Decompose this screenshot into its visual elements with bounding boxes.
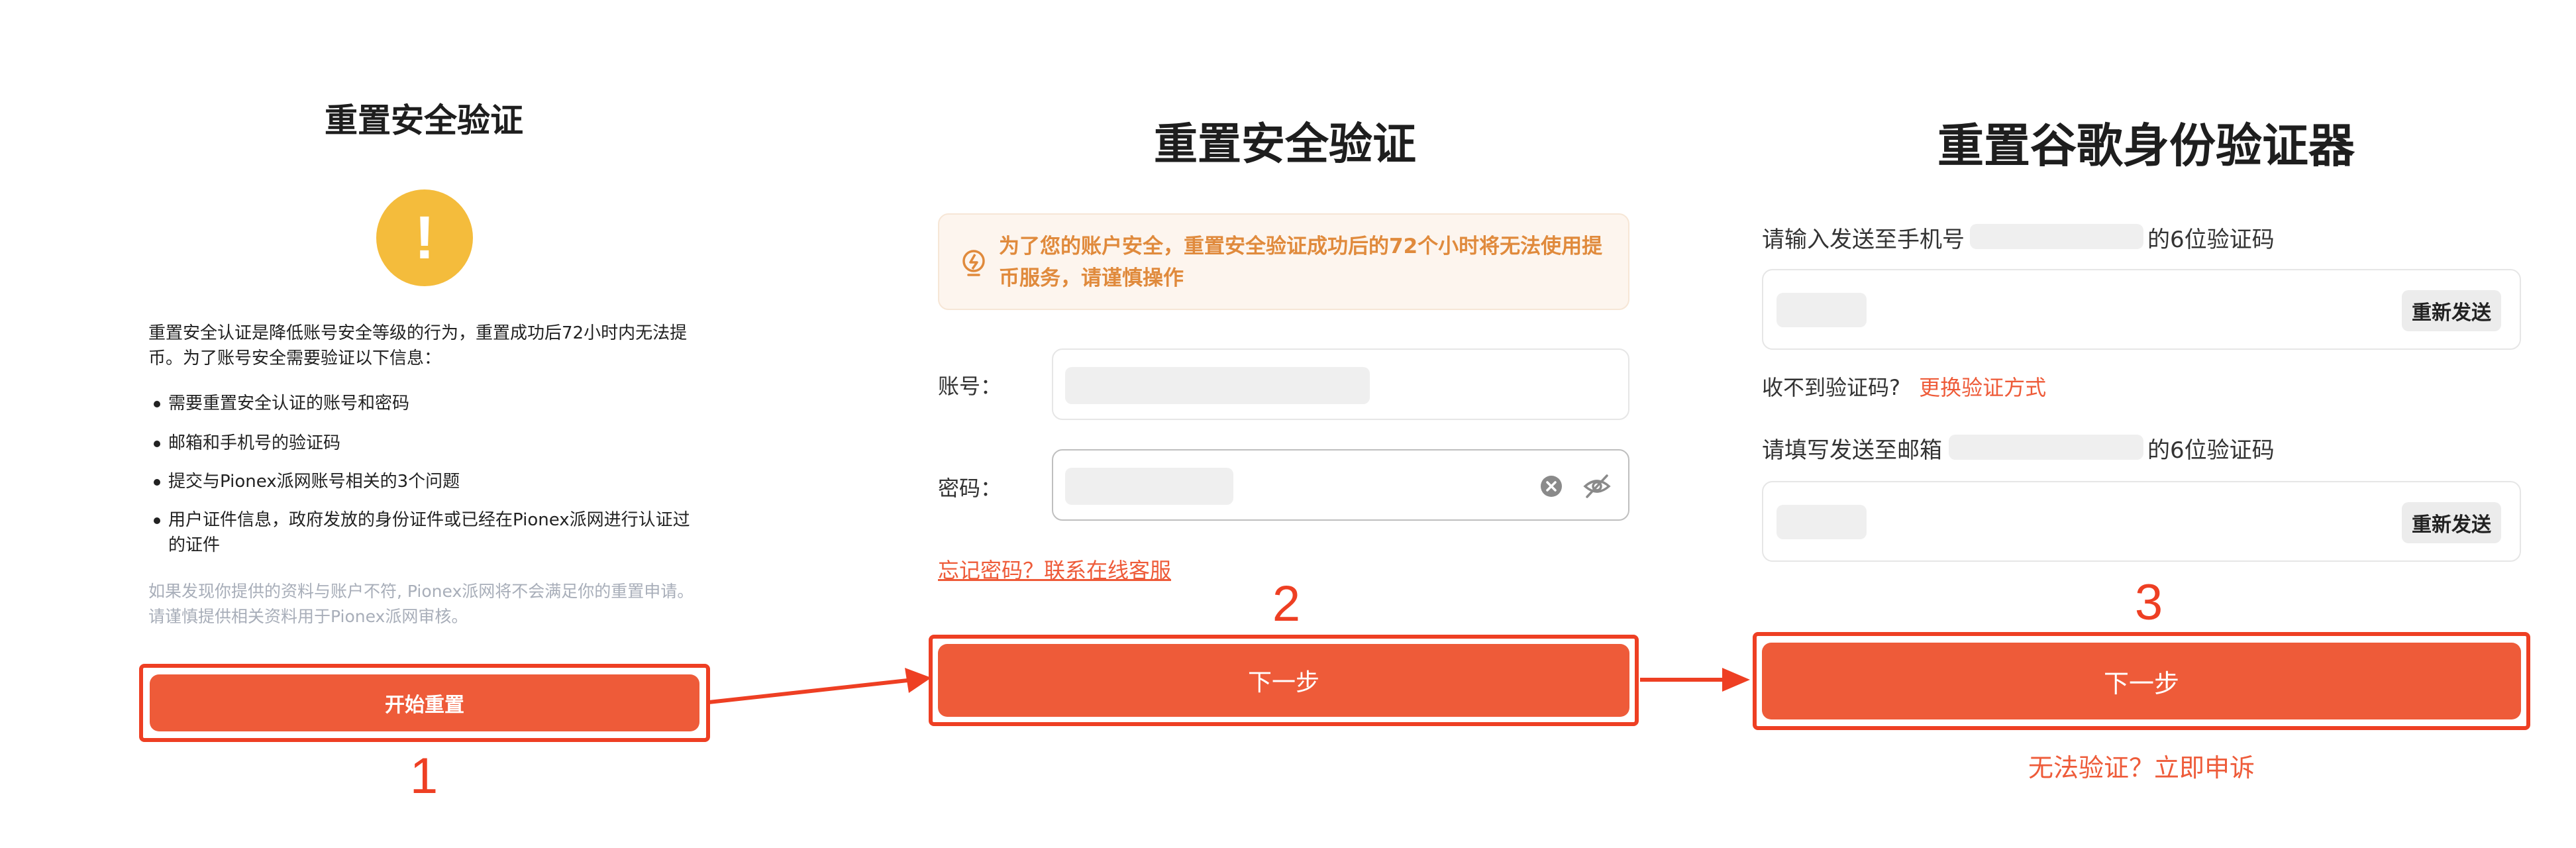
account-value-redacted xyxy=(1065,367,1370,404)
bullet-dot xyxy=(154,401,160,407)
arrow-2-to-3 xyxy=(1640,668,1750,692)
forgot-password-link[interactable]: 忘记密码？联系在线客服 xyxy=(938,554,1171,584)
email-prompt-suffix: 的6位验证码 xyxy=(2147,437,2275,464)
no-code-row: 收不到验证码? 更换验证方式 xyxy=(1762,371,2292,401)
phone-prompt: 请输入发送至手机号 的6位验证码 xyxy=(1762,221,2424,254)
email-code-field[interactable]: 重新发送 xyxy=(1762,481,2521,562)
step-number-2: 2 xyxy=(1272,576,1301,632)
panel2-title: 重置安全验证 xyxy=(1154,119,1416,170)
bullet-text: 用户证件信息，政府发放的身份证件或已经在Pionex派网进行认证过的证件 xyxy=(168,510,690,555)
email-redacted xyxy=(1949,435,2143,460)
email-resend-button[interactable]: 重新发送 xyxy=(2402,502,2501,543)
alert-icon: ! xyxy=(376,189,473,286)
arrow-1-to-2 xyxy=(709,668,931,704)
warning-banner: 为了您的账户安全，重置安全验证成功后的72个小时将无法使用提币服务，请谨慎操作 xyxy=(938,213,1629,310)
phone-prompt-suffix: 的6位验证码 xyxy=(2147,227,2275,253)
panel3-title: 重置谷歌身份验证器 xyxy=(1937,119,2355,173)
bullet-dot xyxy=(154,441,160,447)
bullet-item: 用户证件信息，政府发放的身份证件或已经在Pionex派网进行认证过的证件 xyxy=(154,507,697,560)
bullet-dot xyxy=(154,479,160,486)
password-field[interactable] xyxy=(1052,449,1629,521)
bullet-dot xyxy=(154,517,160,524)
phone-resend-button[interactable]: 重新发送 xyxy=(2402,290,2501,331)
no-code-text: 收不到验证码? xyxy=(1762,375,1900,400)
next-button-2[interactable]: 下一步 xyxy=(938,644,1629,717)
eye-off-icon[interactable] xyxy=(1583,473,1611,500)
phone-number-redacted xyxy=(1970,224,2143,249)
bullet-text: 需要重置安全认证的账号和密码 xyxy=(168,394,410,413)
phone-code-field[interactable]: 重新发送 xyxy=(1762,269,2521,350)
step-number-1: 1 xyxy=(409,748,438,804)
password-label: 密码： xyxy=(938,476,1002,501)
bullet-text: 邮箱和手机号的验证码 xyxy=(168,433,341,453)
phone-prompt-prefix: 请输入发送至手机号 xyxy=(1762,227,1965,253)
email-prompt-prefix: 请填写发送至邮箱 xyxy=(1762,437,1942,464)
switch-method-link[interactable]: 更换验证方式 xyxy=(1919,375,2046,400)
password-value-redacted xyxy=(1065,468,1233,505)
panel1-note: 如果发现你提供的资料与账户不符, Pionex派网将不会满足你的重置申请。请谨慎… xyxy=(148,582,694,626)
lightbulb-icon xyxy=(962,250,985,276)
appeal-link[interactable]: 无法验证？立即申诉 xyxy=(1961,747,2322,784)
account-field[interactable] xyxy=(1052,348,1629,420)
panel1-intro: 重置安全认证是降低账号安全等级的行为，重置成功后72小时内无法提币。为了账号安全… xyxy=(148,323,688,368)
email-prompt: 请填写发送至邮箱 的6位验证码 xyxy=(1762,432,2424,465)
bullet-text: 提交与Pionex派网账号相关的3个问题 xyxy=(168,472,460,492)
next-button-3[interactable]: 下一步 xyxy=(1762,643,2521,719)
phone-code-redacted xyxy=(1777,293,1867,327)
step-number-3: 3 xyxy=(2134,574,2163,631)
account-label: 账号： xyxy=(938,374,1002,399)
start-reset-button[interactable]: 开始重置 xyxy=(150,674,699,731)
clear-icon[interactable] xyxy=(1539,474,1563,498)
panel1-title: 重置安全验证 xyxy=(325,101,523,140)
email-code-redacted xyxy=(1777,505,1867,539)
exclamation-glyph: ! xyxy=(414,203,435,272)
warning-text: 为了您的账户安全，重置安全验证成功后的72个小时将无法使用提币服务，请谨慎操作 xyxy=(999,235,1603,290)
